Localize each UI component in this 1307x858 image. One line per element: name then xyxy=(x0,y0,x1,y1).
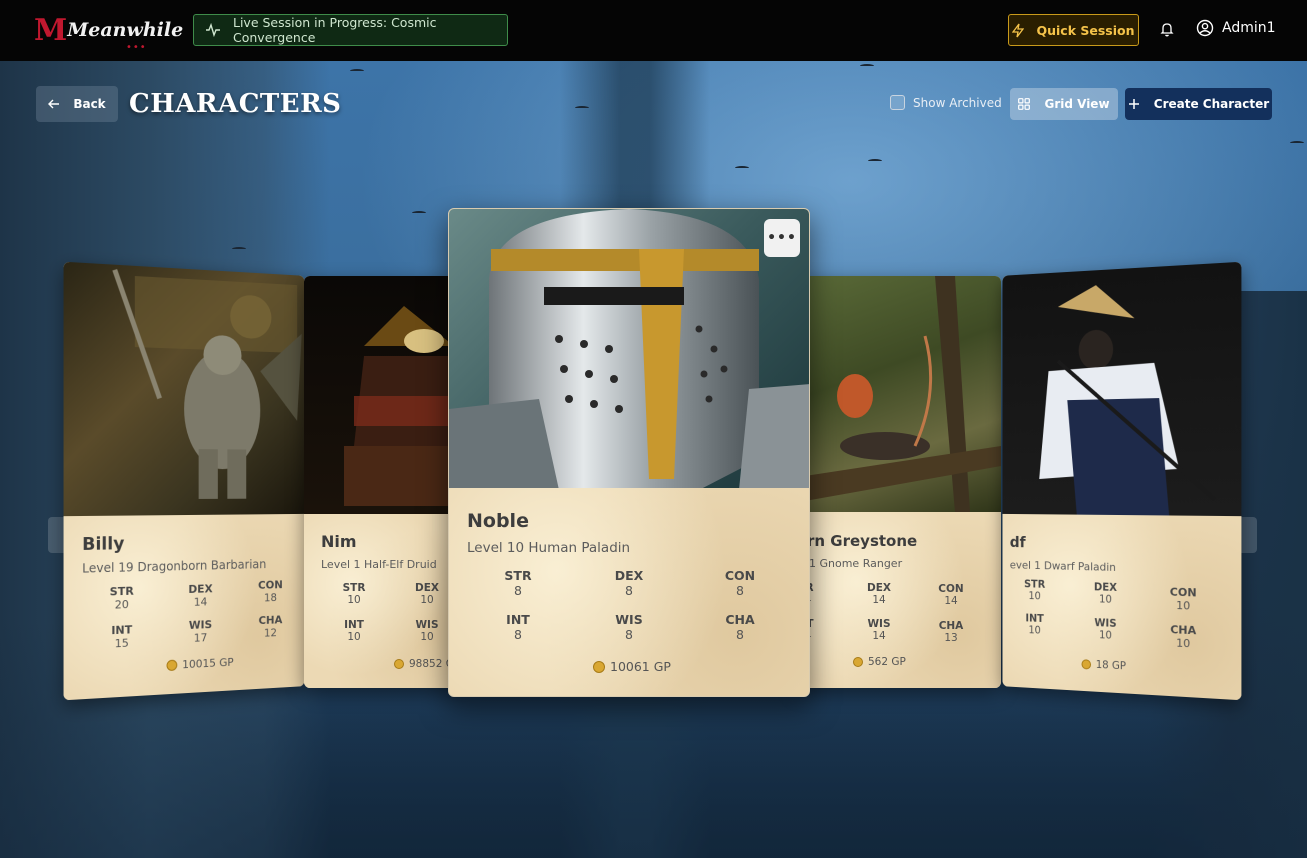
stat-int: INT 10 xyxy=(1025,612,1044,637)
stat-str: STR 10 xyxy=(342,582,366,606)
character-subtitle: Level 1 Half-Elf Druid xyxy=(321,558,437,571)
stat-int: INT 8 xyxy=(506,612,530,642)
samurai-figure-icon xyxy=(1039,283,1241,516)
character-gold: 562 GP xyxy=(853,656,906,668)
stat-wis: WIS 14 xyxy=(867,618,891,642)
character-name: Billy xyxy=(82,533,125,556)
stat-cha: CHA 10 xyxy=(1170,623,1197,651)
character-carousel: ‹ › Billy Level 19 Dragonborn Barbarian … xyxy=(0,0,1307,858)
stat-str: STR 20 xyxy=(109,584,134,612)
character-name: rn Greystone xyxy=(807,532,918,550)
character-card-greystone[interactable]: rn Greystone 1 Gnome Ranger 'R4 DEX14 CO… xyxy=(795,276,1001,688)
stat-wis: WIS 17 xyxy=(188,618,213,645)
stat-int: INT 10 xyxy=(344,619,364,643)
character-gold: 10015 GP xyxy=(166,656,234,672)
character-portrait xyxy=(795,276,1001,512)
character-portrait xyxy=(304,276,464,514)
coin-icon xyxy=(853,657,863,667)
character-info: Noble Level 10 Human Paladin STR 8 DEX 8 C… xyxy=(449,488,809,696)
stat-cha: CHA 13 xyxy=(938,620,964,644)
character-portrait xyxy=(63,261,305,517)
stat-con: CON 18 xyxy=(258,578,283,605)
stat-dex: DEX 14 xyxy=(188,582,213,609)
stat-wis: WIS 10 xyxy=(1094,617,1117,642)
stat-dex: DEX 8 xyxy=(614,568,644,598)
character-name: Nim xyxy=(321,532,357,551)
coin-icon xyxy=(593,660,605,673)
stat-str: STR 10 xyxy=(1024,578,1046,603)
character-portrait xyxy=(1002,261,1242,517)
character-info: Nim Level 1 Half-Elf Druid STR 10 DEX 10 I… xyxy=(304,514,464,688)
character-card-noble[interactable]: ••• Noble Level 10 Human Paladin STR 8 DE… xyxy=(448,208,810,697)
stat-con: CON 14 xyxy=(938,583,964,607)
stat-str: STR 8 xyxy=(504,568,532,598)
samurai-armor-icon xyxy=(344,306,464,506)
stat-int: INT 15 xyxy=(111,623,133,651)
character-subtitle: Level 10 Human Paladin xyxy=(467,540,631,556)
character-name: Noble xyxy=(467,510,529,532)
character-gold: 18 GP xyxy=(1081,658,1126,672)
character-portrait xyxy=(449,209,809,490)
stat-cha: CHA 12 xyxy=(258,613,283,640)
character-info: rn Greystone 1 Gnome Ranger 'R4 DEX14 CO… xyxy=(795,512,1001,688)
stat-con: CON 8 xyxy=(724,568,756,598)
character-info: df evel 1 Dwarf Paladin STR 10 DEX 10 CON 1… xyxy=(1002,513,1242,701)
card-more-button[interactable]: ••• xyxy=(764,219,800,257)
character-card-billy[interactable]: Billy Level 19 Dragonborn Barbarian STR 2… xyxy=(63,261,305,701)
coin-icon xyxy=(1081,659,1092,670)
stat-cha: CHA 8 xyxy=(725,612,755,642)
stat-wis: WIS 8 xyxy=(615,612,643,642)
knight-helmet-icon xyxy=(449,209,809,490)
character-card-df[interactable]: df evel 1 Dwarf Paladin STR 10 DEX 10 CON 1… xyxy=(1002,261,1242,701)
character-subtitle: 1 Gnome Ranger xyxy=(809,557,903,570)
character-card-nim[interactable]: Nim Level 1 Half-Elf Druid STR 10 DEX 10 I… xyxy=(304,276,464,688)
character-info: Billy Level 19 Dragonborn Barbarian STR 2… xyxy=(63,513,305,701)
stat-dex: DEX 10 xyxy=(1093,581,1118,606)
character-subtitle: Level 19 Dragonborn Barbarian xyxy=(82,557,267,576)
character-gold: 98852 G xyxy=(394,658,454,670)
ranger-archer-icon xyxy=(805,276,1001,512)
more-icon: ••• xyxy=(767,230,797,246)
character-name: df xyxy=(1009,533,1026,552)
character-subtitle: evel 1 Dwarf Paladin xyxy=(1009,558,1116,574)
stat-dex: DEX 10 xyxy=(415,582,439,606)
coin-icon xyxy=(394,659,404,669)
stat-dex: DEX 14 xyxy=(867,582,891,606)
stat-con: CON 10 xyxy=(1169,585,1197,613)
armored-figure-icon xyxy=(64,262,302,499)
character-gold: 10061 GP xyxy=(593,659,671,674)
coin-icon xyxy=(166,659,178,672)
stat-wis: WIS 10 xyxy=(415,619,439,643)
